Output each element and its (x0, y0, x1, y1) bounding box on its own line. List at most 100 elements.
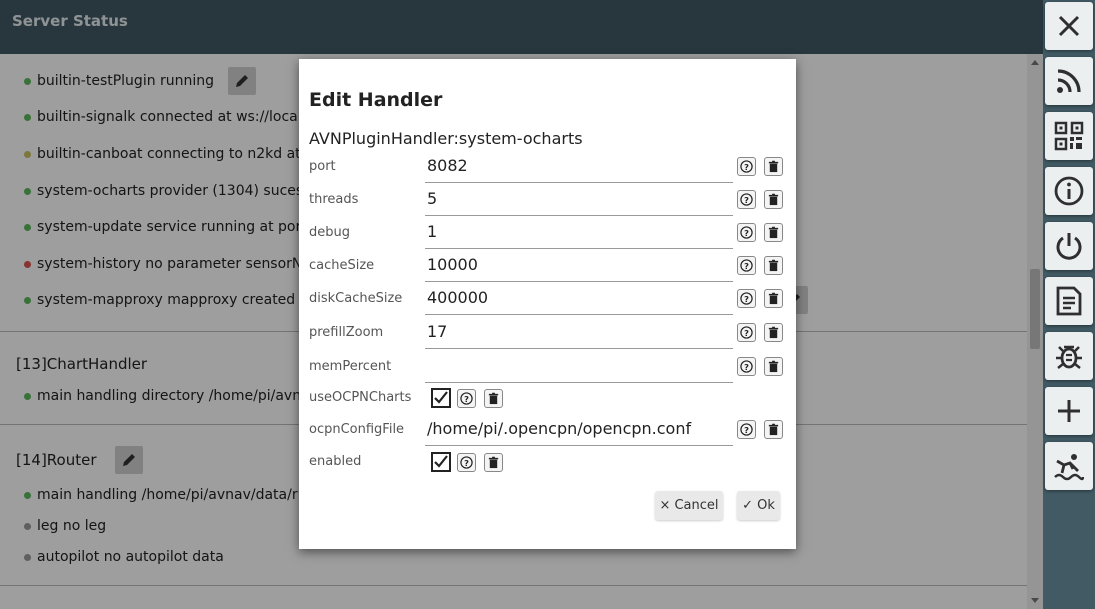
help-button[interactable]: ? (737, 357, 756, 376)
svg-text:?: ? (744, 195, 749, 205)
delete-button[interactable] (764, 420, 783, 439)
svg-text:?: ? (744, 328, 749, 338)
add-button[interactable] (1045, 387, 1093, 435)
help-icon: ? (460, 456, 473, 469)
param-row-useocpncharts: useOCPNCharts ? (309, 382, 784, 414)
help-icon: ? (740, 193, 753, 206)
param-label: memPercent (309, 359, 392, 374)
log-button[interactable] (1045, 277, 1093, 325)
trash-icon (768, 226, 779, 239)
param-row-prefillzoom: prefillZoom 17 ? (309, 317, 784, 349)
cancel-button[interactable]: × Cancel (655, 491, 723, 520)
delete-button[interactable] (764, 289, 783, 308)
delete-button[interactable] (484, 389, 503, 408)
param-input-cachesize[interactable]: 10000 (425, 250, 733, 282)
param-label: ocpnConfigFile (309, 422, 405, 437)
add-icon (1058, 400, 1080, 422)
anchor-watch-icon (1054, 454, 1084, 481)
param-row-threads: threads 5 ? (309, 184, 784, 216)
param-label: prefillZoom (309, 325, 384, 340)
svg-text:?: ? (744, 162, 749, 172)
param-row-port: port 8082 ? (309, 151, 784, 183)
help-button[interactable]: ? (737, 190, 756, 209)
right-button-bar (1043, 0, 1095, 609)
trash-icon (768, 292, 779, 305)
param-row-enabled: enabled ? (309, 446, 784, 478)
svg-text:?: ? (464, 394, 469, 404)
debug-bug-icon (1056, 345, 1082, 369)
trash-icon (488, 392, 499, 405)
svg-text:?: ? (744, 228, 749, 238)
delete-button[interactable] (764, 323, 783, 342)
svg-text:?: ? (744, 294, 749, 304)
trash-icon (768, 326, 779, 339)
param-row-diskcachesize: diskCacheSize 400000 ? (309, 283, 784, 315)
rss-icon (1057, 69, 1081, 93)
svg-text:?: ? (464, 458, 469, 468)
trash-icon (768, 423, 779, 436)
param-label: port (309, 159, 336, 174)
delete-button[interactable] (764, 256, 783, 275)
help-icon: ? (740, 226, 753, 239)
debug-button[interactable] (1045, 332, 1093, 380)
close-button[interactable] (1045, 2, 1093, 50)
help-icon: ? (740, 360, 753, 373)
param-row-cachesize: cacheSize 10000 ? (309, 250, 784, 282)
trash-icon (768, 160, 779, 173)
help-icon: ? (740, 326, 753, 339)
delete-button[interactable] (764, 357, 783, 376)
param-input-prefillzoom[interactable]: 17 (425, 317, 733, 349)
help-icon: ? (740, 423, 753, 436)
trash-icon (768, 193, 779, 206)
qr-code-button[interactable] (1045, 112, 1093, 160)
help-icon: ? (740, 259, 753, 272)
anchor-watch-button[interactable] (1045, 442, 1093, 490)
help-button[interactable]: ? (737, 323, 756, 342)
param-row-mempercent: memPercent ? (309, 351, 784, 383)
param-label: debug (309, 225, 350, 240)
dialog-subtitle: AVNPluginHandler:system-ocharts (309, 129, 583, 148)
close-icon (1058, 15, 1080, 37)
power-icon (1056, 233, 1082, 260)
help-icon: ? (460, 392, 473, 405)
trash-icon (768, 259, 779, 272)
delete-button[interactable] (764, 190, 783, 209)
param-label: threads (309, 192, 359, 207)
log-icon (1056, 286, 1082, 316)
help-button[interactable]: ? (737, 420, 756, 439)
param-row-ocpnconfigfile: ocpnConfigFile /home/pi/.opencpn/opencpn… (309, 414, 784, 446)
trash-icon (768, 360, 779, 373)
svg-text:?: ? (744, 425, 749, 435)
param-input-debug[interactable]: 1 (425, 217, 733, 249)
checked-checkbox-icon[interactable] (431, 388, 451, 408)
param-input-port[interactable]: 8082 (425, 151, 733, 183)
param-label: useOCPNCharts (309, 390, 412, 405)
delete-button[interactable] (484, 453, 503, 472)
dialog-title: Edit Handler (309, 89, 443, 111)
qr-code-icon (1054, 121, 1084, 151)
delete-button[interactable] (764, 157, 783, 176)
help-button[interactable]: ? (457, 453, 476, 472)
help-button[interactable]: ? (737, 289, 756, 308)
trash-icon (488, 456, 499, 469)
help-button[interactable]: ? (737, 157, 756, 176)
svg-text:?: ? (744, 261, 749, 271)
param-input-threads[interactable]: 5 (425, 184, 733, 216)
help-button[interactable]: ? (737, 256, 756, 275)
nmea-feed-button[interactable] (1045, 57, 1093, 105)
checked-checkbox-icon[interactable] (431, 452, 451, 472)
param-label: diskCacheSize (309, 291, 403, 306)
param-input-ocpnconfigfile[interactable]: /home/pi/.opencpn/opencpn.conf (425, 414, 733, 446)
help-button[interactable]: ? (737, 223, 756, 242)
help-icon: ? (740, 160, 753, 173)
param-input-diskcachesize[interactable]: 400000 (425, 283, 733, 315)
info-button[interactable] (1045, 167, 1093, 215)
delete-button[interactable] (764, 223, 783, 242)
info-icon (1054, 176, 1084, 206)
ok-button[interactable]: ✓ Ok (737, 491, 780, 520)
param-row-debug: debug 1 ? (309, 217, 784, 249)
power-button[interactable] (1045, 222, 1093, 270)
param-input-mempercent[interactable] (425, 351, 733, 383)
param-label: cacheSize (309, 258, 375, 273)
help-button[interactable]: ? (457, 389, 476, 408)
